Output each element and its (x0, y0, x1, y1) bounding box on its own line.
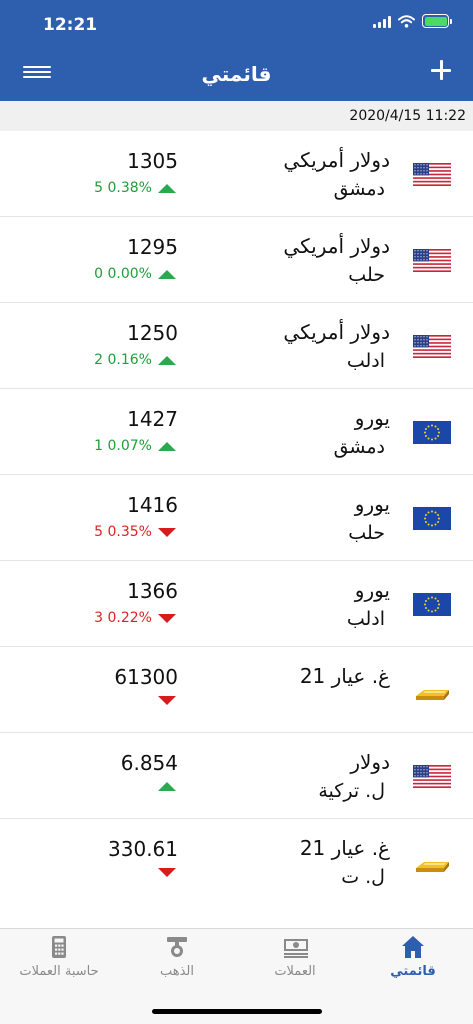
rate-change-text: 0 0.00% (94, 266, 152, 282)
arrow-up-icon (158, 355, 176, 365)
home-indicator (152, 1009, 322, 1014)
rate-change: 2 0.16% (94, 352, 176, 368)
rate-change: 0 0.00% (94, 266, 176, 282)
tab-gold[interactable]: الذهب (118, 935, 236, 987)
tab-home[interactable]: قائمتي (354, 935, 472, 987)
arrow-down-icon (158, 527, 176, 537)
city-name: ل. تركية (318, 780, 385, 802)
rate-row[interactable]: 61300 غ. عيار 21 (0, 647, 473, 733)
tab-label: العملات (274, 964, 316, 979)
tab-banknotes[interactable]: العملات (236, 935, 354, 987)
city-name: ل. ت (341, 866, 385, 888)
rate-change (158, 868, 176, 877)
city-name: ادلب (346, 608, 385, 630)
rate-change-text: 5 0.38% (94, 180, 152, 196)
currency-name: يورو (354, 578, 390, 602)
tab-label: قائمتي (390, 964, 436, 979)
calculator-icon (47, 935, 71, 959)
rate-change (158, 696, 176, 705)
battery-icon (422, 14, 452, 28)
rate-row[interactable]: 6.854 دولار ل. تركية (0, 733, 473, 819)
page-title: قائمتي (201, 62, 272, 86)
currency-name: يورو (354, 406, 390, 430)
rate-change: 1 0.07% (94, 438, 176, 454)
rate-value: 1305 (127, 149, 178, 173)
rate-value: 1366 (127, 579, 178, 603)
arrow-up-icon (158, 183, 176, 193)
rate-row[interactable]: 330.61 غ. عيار 21 ل. ت (0, 819, 473, 905)
rate-value: 6.854 (120, 751, 178, 775)
us-flag-icon (413, 163, 451, 186)
arrow-up-icon (158, 441, 176, 451)
currency-name: دولار (350, 750, 390, 774)
city-name: دمشق (333, 178, 385, 200)
us-flag-icon (413, 765, 451, 788)
eu-flag-icon (413, 421, 451, 444)
rate-change: 5 0.38% (94, 180, 176, 196)
add-button[interactable] (429, 58, 453, 82)
rate-value: 1295 (127, 235, 178, 259)
rates-list: 1305 5 0.38% دولار أمريكي دمشق 1295 0 0.00% دو… (0, 131, 473, 905)
rate-change (158, 782, 176, 791)
city-name: حلب (348, 522, 385, 544)
rate-change-text: 5 0.35% (94, 524, 152, 540)
rate-value: 1250 (127, 321, 178, 345)
wifi-icon (398, 14, 415, 28)
currency-name: غ. عيار 21 (299, 836, 390, 860)
eu-flag-icon (413, 507, 451, 530)
arrow-down-icon (158, 868, 176, 877)
rate-row[interactable]: 1427 1 0.07% يورو دمشق (0, 389, 473, 475)
arrow-up-icon (158, 782, 176, 791)
status-icons (373, 14, 452, 28)
banknotes-icon (283, 935, 308, 959)
last-updated-text: 2020/4/15 11:22 (349, 108, 466, 124)
rate-change: 3 0.22% (94, 610, 176, 626)
tab-label: الذهب (159, 964, 195, 979)
home-icon (401, 935, 425, 959)
currency-name: يورو (354, 492, 390, 516)
city-name: ادلب (346, 350, 385, 372)
rate-value: 1416 (127, 493, 178, 517)
last-updated-bar: 2020/4/15 11:22 (0, 101, 473, 131)
arrow-up-icon (158, 269, 176, 279)
currency-name: دولار أمريكي (283, 148, 390, 172)
tab-label: حاسبة العملات (19, 964, 99, 979)
gold-bar-icon (413, 679, 451, 702)
city-name: دمشق (333, 436, 385, 458)
rate-row[interactable]: 1305 5 0.38% دولار أمريكي دمشق (0, 131, 473, 217)
rate-row[interactable]: 1416 5 0.35% يورو حلب (0, 475, 473, 561)
rate-row[interactable]: 1295 0 0.00% دولار أمريكي حلب (0, 217, 473, 303)
rate-value: 61300 (114, 665, 178, 689)
tab-calculator[interactable]: حاسبة العملات (0, 935, 118, 987)
rate-change-text: 3 0.22% (94, 610, 152, 626)
currency-name: دولار أمريكي (283, 234, 390, 258)
status-time: 12:21 (43, 15, 98, 35)
rate-value: 1427 (127, 407, 178, 431)
city-name: حلب (348, 264, 385, 286)
top-bar: 12:21 قائمتي (0, 0, 473, 101)
arrow-down-icon (158, 613, 176, 623)
rate-row[interactable]: 1250 2 0.16% دولار أمريكي ادلب (0, 303, 473, 389)
rate-change: 5 0.35% (94, 524, 176, 540)
cellular-signal-icon (373, 15, 391, 28)
currency-name: غ. عيار 21 (299, 664, 390, 688)
arrow-down-icon (158, 696, 176, 705)
rate-change-text: 1 0.07% (94, 438, 152, 454)
gold-icon (165, 935, 189, 959)
us-flag-icon (413, 335, 451, 358)
currency-name: دولار أمريكي (283, 320, 390, 344)
rate-value: 330.61 (108, 837, 178, 861)
eu-flag-icon (413, 593, 451, 616)
rate-change-text: 2 0.16% (94, 352, 152, 368)
gold-bar-icon (413, 851, 451, 874)
us-flag-icon (413, 249, 451, 272)
rate-row[interactable]: 1366 3 0.22% يورو ادلب (0, 561, 473, 647)
